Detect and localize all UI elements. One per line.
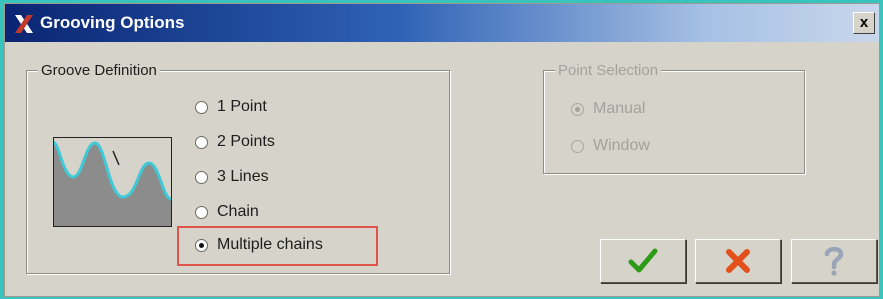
radio-button[interactable] <box>195 171 208 184</box>
radio-label: Window <box>593 137 650 154</box>
radio-selected-dot <box>575 107 580 112</box>
radio-button[interactable] <box>571 103 584 116</box>
groove-definition-legend: Groove Definition <box>38 62 160 79</box>
window-title: Grooving Options <box>40 13 185 32</box>
highlight-annotation <box>177 226 378 266</box>
radio-label: 2 Points <box>217 133 275 150</box>
radio-button[interactable] <box>571 140 584 153</box>
x-cancel-icon <box>726 249 750 273</box>
radio-label: Chain <box>217 203 259 220</box>
cancel-button[interactable] <box>695 239 781 283</box>
radio-button[interactable] <box>195 206 208 219</box>
point-selection-group: Point Selection Manual Window <box>543 62 805 174</box>
groove-profile-image <box>53 137 172 227</box>
grooving-options-dialog: Grooving Options x Groove Definition 1 P… <box>4 3 880 297</box>
point-selection-legend: Point Selection <box>555 62 662 79</box>
question-mark-icon <box>824 246 844 276</box>
help-button[interactable] <box>791 239 877 283</box>
title-bar[interactable]: Grooving Options x <box>5 4 879 42</box>
radio-button[interactable] <box>195 101 208 114</box>
checkmark-icon <box>628 248 658 273</box>
close-button[interactable]: x <box>853 12 875 34</box>
ok-button[interactable] <box>600 239 686 283</box>
radio-button[interactable] <box>195 136 208 149</box>
app-x-logo-icon <box>15 15 33 33</box>
group-border <box>543 70 805 174</box>
radio-label: 1 Point <box>217 98 267 115</box>
radio-label: 3 Lines <box>217 168 269 185</box>
radio-label: Manual <box>593 100 646 117</box>
